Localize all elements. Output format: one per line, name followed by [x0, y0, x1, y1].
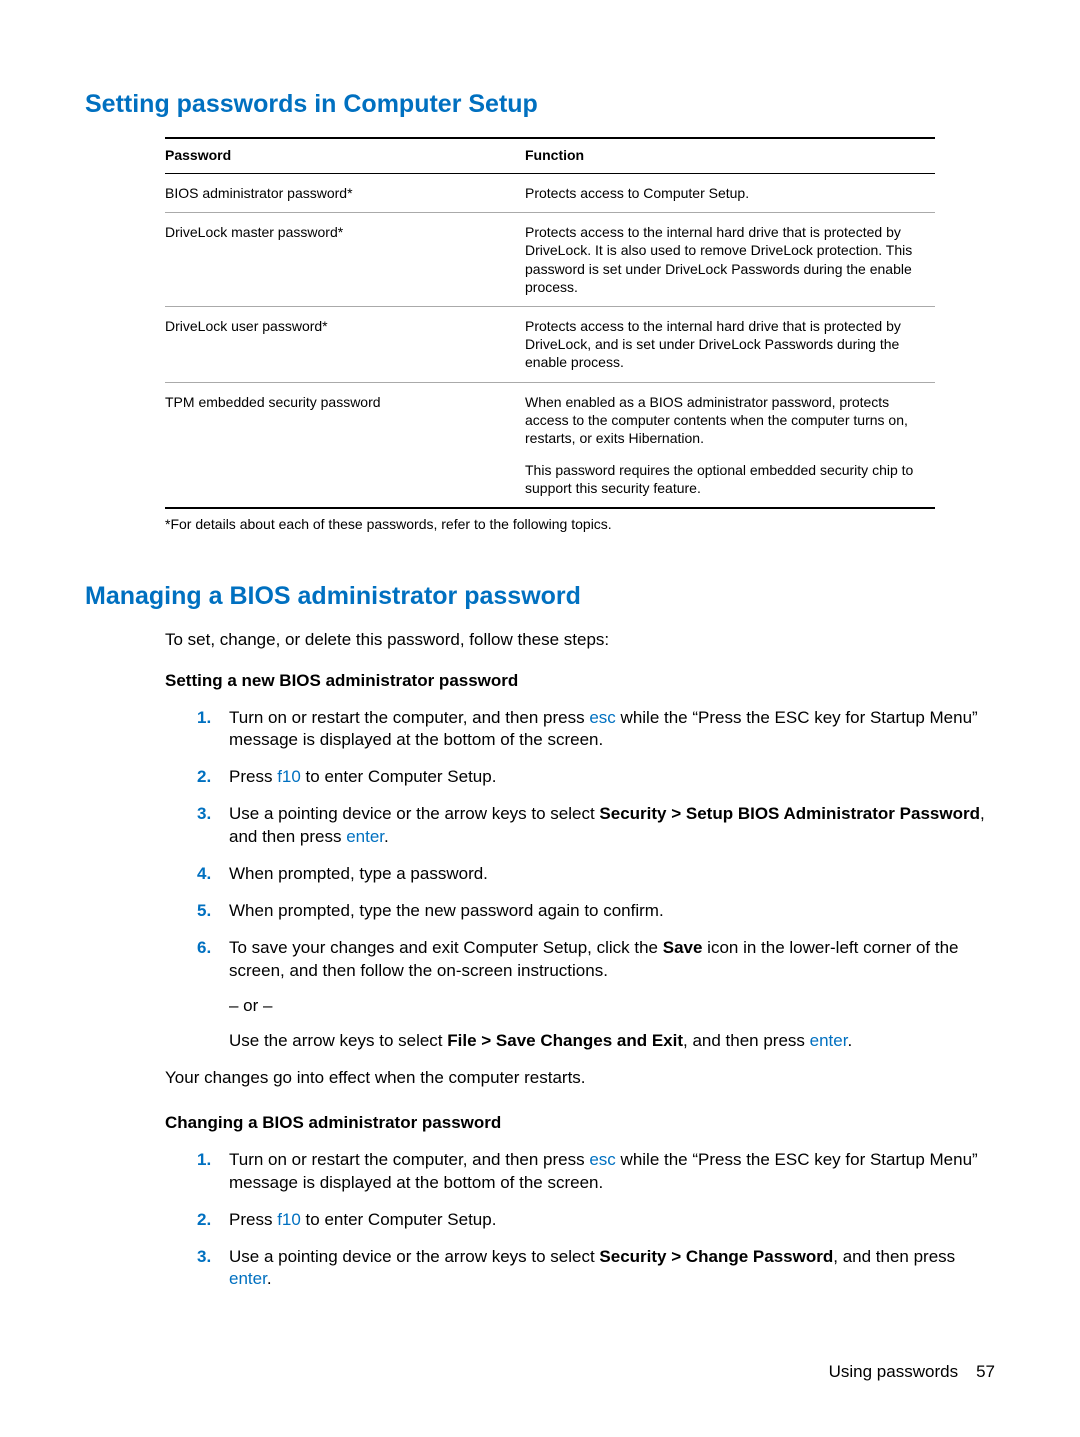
step-text: , and then press: [683, 1031, 810, 1050]
step-item: 6. To save your changes and exit Compute…: [197, 937, 995, 1053]
cell-password: TPM embedded security password: [165, 382, 525, 508]
menu-path: Security > Setup BIOS Administrator Pass…: [599, 804, 980, 823]
key-enter: enter: [810, 1031, 848, 1050]
th-password: Password: [165, 138, 525, 174]
or-separator: – or –: [229, 995, 995, 1018]
cell-function: When enabled as a BIOS administrator pas…: [525, 382, 935, 508]
heading-managing-bios: Managing a BIOS administrator password: [85, 582, 995, 611]
step-number: 6.: [197, 937, 211, 960]
step-text: When prompted, type the new password aga…: [229, 901, 664, 920]
step-text: Use a pointing device or the arrow keys …: [229, 1247, 599, 1266]
step-number: 2.: [197, 766, 211, 789]
key-enter: enter: [346, 827, 384, 846]
th-function: Function: [525, 138, 935, 174]
cell-function: Protects access to the internal hard dri…: [525, 306, 935, 382]
step-item: 1. Turn on or restart the computer, and …: [197, 707, 995, 753]
subheading-setting-new: Setting a new BIOS administrator passwor…: [165, 670, 995, 693]
cell-password: BIOS administrator password*: [165, 174, 525, 213]
step-item: 3. Use a pointing device or the arrow ke…: [197, 803, 995, 849]
key-esc: esc: [589, 1150, 615, 1169]
step-alt: Use the arrow keys to select File > Save…: [229, 1030, 995, 1053]
step-text: To save your changes and exit Computer S…: [229, 938, 663, 957]
step-item: 5. When prompted, type the new password …: [197, 900, 995, 923]
step-number: 1.: [197, 1149, 211, 1172]
subheading-changing: Changing a BIOS administrator password: [165, 1112, 995, 1135]
step-number: 2.: [197, 1209, 211, 1232]
steps-setting-new: 1. Turn on or restart the computer, and …: [197, 707, 995, 1053]
key-enter: enter: [229, 1269, 267, 1288]
step-text: Press: [229, 1210, 277, 1229]
step-text: Press: [229, 767, 277, 786]
cell-function: Protects access to the internal hard dri…: [525, 213, 935, 307]
step-text: When prompted, type a password.: [229, 864, 488, 883]
table-row: BIOS administrator password* Protects ac…: [165, 174, 935, 213]
step-text: .: [384, 827, 389, 846]
cell-function-p1: When enabled as a BIOS administrator pas…: [525, 393, 935, 448]
step-number: 4.: [197, 863, 211, 886]
cell-password: DriveLock user password*: [165, 306, 525, 382]
heading-setting-passwords: Setting passwords in Computer Setup: [85, 90, 995, 119]
step-number: 1.: [197, 707, 211, 730]
step-item: 3. Use a pointing device or the arrow ke…: [197, 1246, 995, 1292]
table-row: TPM embedded security password When enab…: [165, 382, 935, 508]
step-number: 3.: [197, 1246, 211, 1269]
table-row: DriveLock master password* Protects acce…: [165, 213, 935, 307]
table-row: DriveLock user password* Protects access…: [165, 306, 935, 382]
step-text: .: [847, 1031, 852, 1050]
menu-path: Security > Change Password: [599, 1247, 833, 1266]
password-table-wrap: Password Function BIOS administrator pas…: [165, 137, 995, 509]
step-text: to enter Computer Setup.: [301, 1210, 497, 1229]
password-table: Password Function BIOS administrator pas…: [165, 137, 935, 509]
step-text: .: [267, 1269, 272, 1288]
cell-function: Protects access to Computer Setup.: [525, 174, 935, 213]
footer-section-label: Using passwords: [829, 1362, 958, 1381]
table-footnote: *For details about each of these passwor…: [165, 515, 995, 533]
step-item: 4. When prompted, type a password.: [197, 863, 995, 886]
step-text: Use the arrow keys to select: [229, 1031, 447, 1050]
step-item: 2. Press f10 to enter Computer Setup.: [197, 766, 995, 789]
key-esc: esc: [589, 708, 615, 727]
intro-text: To set, change, or delete this password,…: [165, 629, 995, 652]
cell-password: DriveLock master password*: [165, 213, 525, 307]
step-text: , and then press: [833, 1247, 955, 1266]
save-icon-label: Save: [663, 938, 703, 957]
step-number: 5.: [197, 900, 211, 923]
page-number: 57: [976, 1362, 995, 1381]
menu-path: File > Save Changes and Exit: [447, 1031, 683, 1050]
page-footer: Using passwords 57: [829, 1362, 995, 1382]
key-f10: f10: [277, 767, 301, 786]
step-item: 1. Turn on or restart the computer, and …: [197, 1149, 995, 1195]
step-text: Use a pointing device or the arrow keys …: [229, 804, 599, 823]
cell-function-p2: This password requires the optional embe…: [525, 461, 935, 497]
step-item: 2. Press f10 to enter Computer Setup.: [197, 1209, 995, 1232]
step-text: to enter Computer Setup.: [301, 767, 497, 786]
key-f10: f10: [277, 1210, 301, 1229]
step-number: 3.: [197, 803, 211, 826]
step-text: Turn on or restart the computer, and the…: [229, 708, 589, 727]
step-text: Turn on or restart the computer, and the…: [229, 1150, 589, 1169]
steps-changing: 1. Turn on or restart the computer, and …: [197, 1149, 995, 1292]
result-text: Your changes go into effect when the com…: [165, 1067, 995, 1090]
